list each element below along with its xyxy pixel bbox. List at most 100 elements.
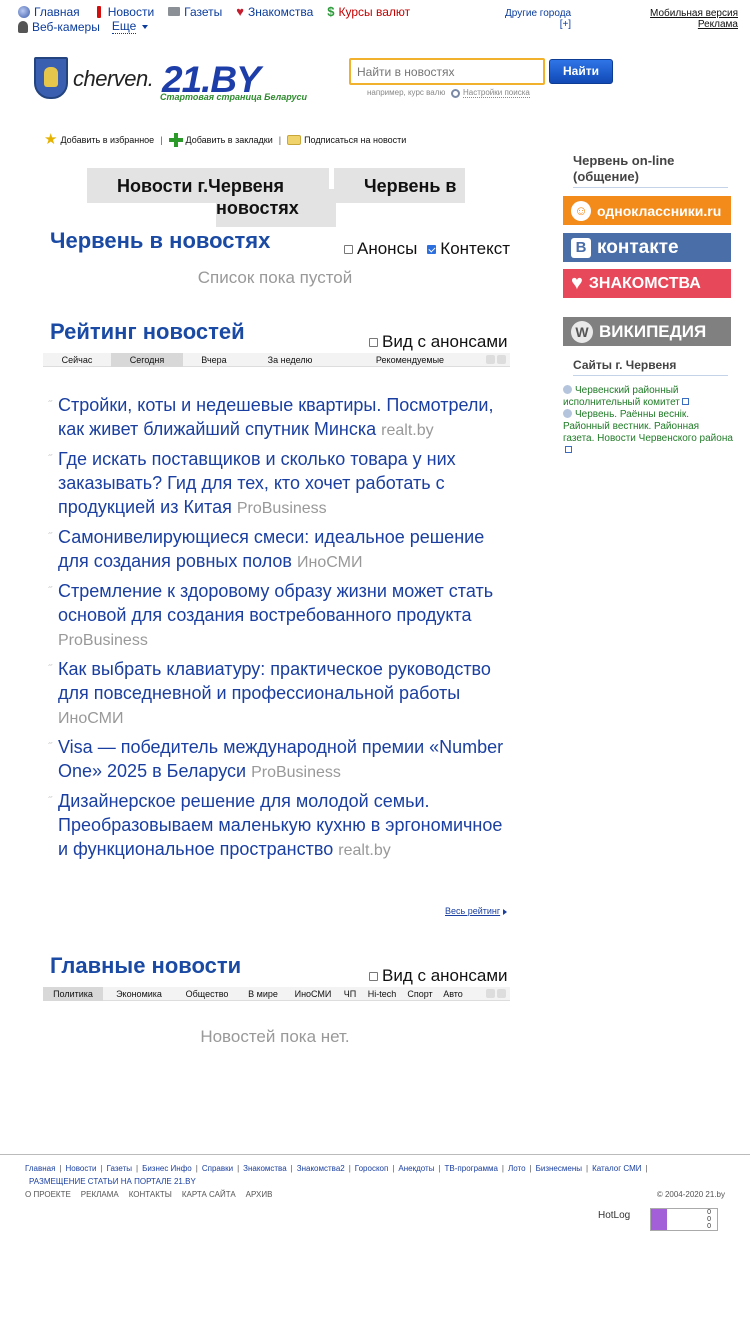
odnoklassniki-banner[interactable]: ☺ одноклассники.ru [563, 196, 731, 225]
add-favorites-link[interactable]: ★ Добавить в избранное [44, 132, 154, 147]
other-cities-expand[interactable]: [+] [505, 19, 571, 30]
advertising-link[interactable]: РЕКЛАМА [81, 1190, 119, 1199]
arrow-right-icon[interactable] [497, 355, 506, 364]
cherven-news-heading[interactable]: Червень в новостях [50, 228, 270, 254]
main-news-heading[interactable]: Главные новости [50, 953, 241, 979]
tab-inosmi[interactable]: ИноСМИ [287, 987, 339, 1001]
arrow-left-icon[interactable] [486, 355, 495, 364]
tab-scroll-arrows[interactable] [486, 989, 506, 998]
list-item[interactable]: Червенский районный исполнительный комит… [563, 385, 733, 409]
tab-world[interactable]: В мире [239, 987, 287, 1001]
list-item[interactable]: Как выбрать клавиатуру: практическое рук… [48, 657, 513, 731]
external-link-icon [681, 398, 689, 405]
hotlog-counter[interactable]: HotLog [598, 1210, 630, 1221]
anons-checkbox[interactable] [344, 244, 353, 254]
footer-link[interactable]: Анекдоты [398, 1164, 434, 1173]
person-icon [18, 20, 28, 33]
news-title[interactable]: Стремление к здоровому образу жизни може… [58, 581, 493, 625]
other-cities-label[interactable]: Другие города [505, 8, 571, 19]
search-button[interactable]: Найти [549, 59, 613, 84]
slogan: Стартовая страница Беларуси [160, 92, 308, 102]
list-item[interactable]: Visa — победитель международной премии «… [48, 735, 513, 785]
city-name-logo[interactable]: cherven. [73, 66, 154, 92]
search-settings[interactable]: Настройки поиска [451, 88, 530, 98]
actions-bar: ★ Добавить в избранное | Добавить в закла… [44, 132, 406, 147]
news-source: realt.by [338, 842, 391, 859]
footer-link[interactable]: Справки [202, 1164, 233, 1173]
main-anons-checkbox[interactable] [369, 971, 378, 981]
nav-webcams[interactable]: Веб-камеры [18, 20, 100, 34]
nav-papers[interactable]: Газеты [168, 5, 222, 19]
tab-society[interactable]: Общество [175, 987, 239, 1001]
odnoklassniki-icon: ☺ [571, 200, 591, 221]
footer-link[interactable]: Бизнес Инфо [142, 1164, 192, 1173]
list-item[interactable]: Стремление к здоровому образу жизни може… [48, 579, 513, 653]
site-link[interactable]: Червенский районный исполнительный комит… [563, 385, 680, 408]
tab-sport[interactable]: Спорт [403, 987, 437, 1001]
tab-scroll-arrows[interactable] [486, 355, 506, 364]
footer-link[interactable]: Главная [25, 1164, 55, 1173]
footer-placement-link[interactable]: РАЗМЕЩЕНИЕ СТАТЬИ НА ПОРТАЛЕ 21.BY [29, 1177, 196, 1186]
contacts-link[interactable]: КОНТАКТЫ [129, 1190, 172, 1199]
sitemap-link[interactable]: КАРТА САЙТА [182, 1190, 236, 1199]
about-link[interactable]: О ПРОЕКТЕ [25, 1190, 71, 1199]
wikipedia-banner[interactable]: W ВИКИПЕДИЯ [563, 317, 731, 346]
mobile-version-link[interactable]: Мобильная версия [650, 8, 738, 19]
tab-auto[interactable]: Авто [437, 987, 469, 1001]
subscribe-link[interactable]: Подписаться на новости [287, 135, 406, 145]
footer-link[interactable]: Знакомства2 [297, 1164, 345, 1173]
search-input[interactable] [349, 58, 545, 85]
tab-yesterday[interactable]: Вчера [183, 353, 245, 367]
site-link[interactable]: Червень. Раённы веснік. Районный вестник… [563, 409, 733, 444]
footer-link[interactable]: Газеты [107, 1164, 132, 1173]
dollar-icon: $ [327, 3, 335, 19]
tab-recommended[interactable]: Рекомендуемые [335, 353, 485, 367]
arrow-right-icon[interactable] [497, 989, 506, 998]
nav-currency[interactable]: $ Курсы валют [327, 5, 410, 19]
tab-cherven-news-label[interactable]: Новости г.Червеня [117, 176, 284, 197]
archive-link[interactable]: АРХИВ [246, 1190, 273, 1199]
tab-cherven-news-label-2[interactable]: новостях [216, 198, 299, 219]
list-item[interactable]: Самонивелирующиеся смеси: идеальное реше… [48, 525, 513, 575]
list-item[interactable]: Червень. Раённы веснік. Районный вестник… [563, 409, 733, 457]
footer-link[interactable]: Знакомства [243, 1164, 287, 1173]
context-checkbox[interactable] [427, 244, 437, 254]
add-bookmarks-link[interactable]: Добавить в закладки [168, 133, 273, 147]
dating-banner[interactable]: ♥ ЗНАКОМСТВА [563, 269, 731, 298]
all-rating-link[interactable]: Весь рейтинг [445, 906, 508, 916]
globe-icon [563, 409, 572, 418]
news-title[interactable]: Как выбрать клавиатуру: практическое рук… [58, 659, 491, 703]
footer-link[interactable]: Каталог СМИ [592, 1164, 641, 1173]
footer-link[interactable]: Бизнесмены [536, 1164, 582, 1173]
footer-link[interactable]: Новости [66, 1164, 97, 1173]
arrow-left-icon[interactable] [486, 989, 495, 998]
footer-link[interactable]: ТВ-программа [445, 1164, 498, 1173]
nav-more[interactable]: Еще [111, 19, 149, 34]
rating-heading[interactable]: Рейтинг новостей [50, 319, 245, 345]
tab-today[interactable]: Сегодня [111, 352, 183, 367]
tab-now[interactable]: Сейчас [43, 353, 111, 367]
tab-cherven-in-label[interactable]: Червень в [364, 176, 457, 197]
list-item[interactable]: Стройки, коты и недешевые квартиры. Посм… [48, 393, 513, 443]
news-title[interactable]: Дизайнерское решение для молодой семьи. … [58, 791, 502, 859]
ads-link[interactable]: Реклама [650, 19, 738, 30]
tab-economy[interactable]: Экономика [103, 987, 175, 1001]
visit-counter[interactable]: 0 0 0 [650, 1208, 718, 1231]
nav-home[interactable]: Главная [18, 5, 80, 19]
tab-emergency[interactable]: ЧП [339, 987, 361, 1001]
nav-dating[interactable]: ♥ Знакомства [236, 5, 313, 19]
other-cities[interactable]: Другие города [+] [505, 8, 571, 30]
vk-icon: B [571, 237, 591, 258]
nav-news[interactable]: Новости [94, 5, 154, 19]
tab-politics[interactable]: Политика [43, 986, 103, 1001]
list-item[interactable]: Дизайнерское решение для молодой семьи. … [48, 789, 513, 863]
news-title[interactable]: Самонивелирующиеся смеси: идеальное реше… [58, 527, 484, 571]
city-crest-logo[interactable] [34, 57, 68, 99]
vkontakte-banner[interactable]: Bконтакте [563, 233, 731, 262]
list-item[interactable]: Где искать поставщиков и сколько товара … [48, 447, 513, 521]
footer-link[interactable]: Гороскоп [355, 1164, 389, 1173]
rating-anons-checkbox[interactable] [369, 337, 378, 347]
tab-hitech[interactable]: Hi-tech [361, 987, 403, 1001]
footer-link[interactable]: Лото [508, 1164, 526, 1173]
tab-week[interactable]: За неделю [245, 353, 335, 367]
